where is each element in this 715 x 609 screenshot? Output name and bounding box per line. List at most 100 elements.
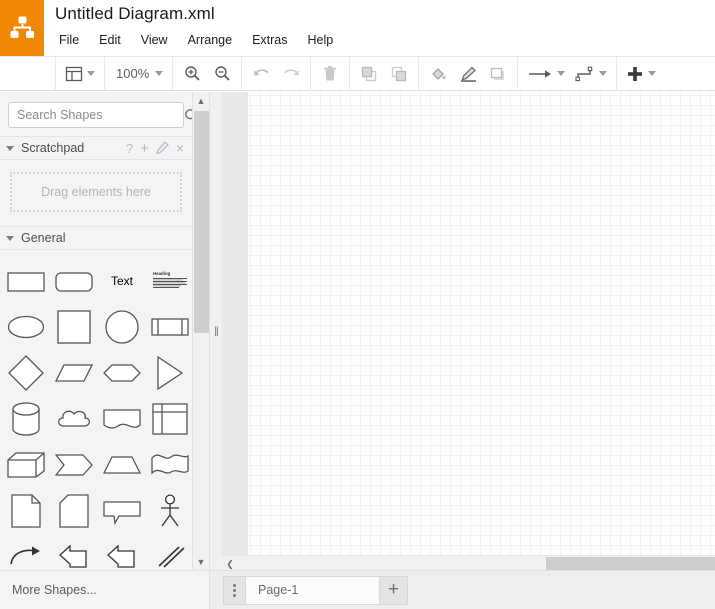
add-page-button[interactable]: + — [380, 575, 408, 605]
shape-step[interactable] — [52, 443, 96, 487]
pencil-icon[interactable] — [156, 140, 169, 156]
scratchpad-dropzone-label: Drag elements here — [41, 185, 151, 199]
shape-square[interactable] — [52, 305, 96, 349]
shape-note[interactable] — [4, 489, 48, 533]
help-icon[interactable]: ? — [126, 142, 133, 155]
shape-internal-storage[interactable] — [148, 397, 192, 441]
toolbar-group-style — [419, 56, 517, 91]
zoom-out-icon — [215, 66, 230, 81]
page-tabs-bar: Page-1 + — [210, 570, 715, 609]
shape-curved-arrow[interactable] — [4, 535, 48, 570]
search-input[interactable] — [9, 108, 184, 122]
waypoints-button[interactable] — [570, 59, 612, 89]
bring-to-front-button[interactable] — [354, 59, 384, 89]
sidebar-scrollbar-thumb[interactable] — [194, 111, 209, 333]
menu-arrange[interactable]: Arrange — [186, 32, 234, 48]
toolbar-group-zoom-level: 100% — [105, 56, 172, 91]
canvas-horizontal-scrollbar[interactable]: ❮ — [222, 555, 715, 571]
shape-double-line[interactable] — [148, 535, 192, 570]
page-title: Untitled Diagram.xml — [55, 4, 215, 23]
chevron-down-icon — [648, 71, 657, 76]
shape-callout[interactable] — [100, 489, 144, 533]
canvas-horizontal-scrollbar-thumb[interactable] — [546, 557, 715, 571]
caret-down-icon — [6, 145, 14, 151]
shape-actor[interactable] — [148, 489, 192, 533]
page-tab-page-1[interactable]: Page-1 — [246, 575, 380, 605]
shape-hexagon[interactable] — [100, 351, 144, 395]
zoom-out-button[interactable] — [207, 59, 237, 89]
shape-row — [0, 488, 192, 534]
close-icon[interactable]: × — [176, 141, 184, 155]
general-shape-grid: Text Heading — [0, 250, 192, 570]
svg-text:Heading: Heading — [153, 271, 171, 276]
add-icon[interactable]: + — [140, 141, 149, 156]
sidebar-scrollbar[interactable]: ▲ ▼ — [193, 92, 210, 570]
scroll-down-arrow-icon[interactable]: ▼ — [193, 553, 209, 570]
view-layout-button[interactable] — [60, 59, 100, 89]
drawio-node-tree-logo-icon — [10, 16, 34, 38]
menu-help[interactable]: Help — [306, 32, 336, 48]
caret-down-icon — [6, 235, 14, 241]
search-shapes-box[interactable] — [8, 102, 192, 128]
shape-cylinder[interactable] — [4, 397, 48, 441]
scratchpad-section-header[interactable]: Scratchpad ? + × — [0, 136, 192, 160]
insert-button[interactable] — [621, 59, 661, 89]
zoom-in-button[interactable] — [177, 59, 207, 89]
delete-button[interactable] — [315, 59, 345, 89]
menu-edit[interactable]: Edit — [97, 32, 123, 48]
menu-file[interactable]: File — [57, 32, 81, 48]
page-menu-button[interactable] — [223, 575, 246, 605]
more-shapes-button[interactable]: More Shapes... — [12, 583, 97, 597]
shape-rectangle[interactable] — [4, 259, 48, 303]
scratchpad-dropzone[interactable]: Drag elements here — [10, 172, 182, 212]
shape-cloud[interactable] — [52, 397, 96, 441]
search-icon[interactable] — [184, 108, 192, 123]
shape-row — [0, 442, 192, 488]
chevron-down-icon — [87, 71, 95, 76]
chevron-down-icon — [557, 71, 566, 76]
general-title: General — [21, 231, 66, 245]
fill-color-button[interactable] — [423, 59, 453, 89]
toolbar-group-order — [350, 56, 418, 91]
shape-arrow-left-up[interactable] — [52, 535, 96, 570]
line-pen-icon — [460, 66, 476, 82]
shape-rounded-rectangle[interactable] — [52, 259, 96, 303]
shape-triangle[interactable] — [148, 351, 192, 395]
canvas-grid[interactable] — [248, 92, 715, 555]
shape-circle[interactable] — [100, 305, 144, 349]
line-color-button[interactable] — [453, 59, 483, 89]
toolbar-group-delete — [311, 56, 349, 91]
shape-document[interactable] — [100, 397, 144, 441]
shape-text[interactable]: Text — [100, 259, 144, 303]
shape-cube[interactable] — [4, 443, 48, 487]
connection-arrow-button[interactable] — [522, 59, 570, 89]
menu-extras[interactable]: Extras — [250, 32, 289, 48]
vertical-dots-icon — [233, 583, 236, 597]
send-to-back-button[interactable] — [384, 59, 414, 89]
shape-row — [0, 396, 192, 442]
shape-arrow-right-up[interactable] — [100, 535, 144, 570]
shape-card[interactable] — [52, 489, 96, 533]
scroll-up-arrow-icon[interactable]: ▲ — [193, 92, 209, 109]
general-section-header[interactable]: General — [0, 226, 192, 250]
redo-button[interactable] — [276, 59, 306, 89]
shape-ellipse[interactable] — [4, 305, 48, 349]
shadow-rect-icon — [491, 67, 505, 80]
undo-button[interactable] — [246, 59, 276, 89]
shadow-button[interactable] — [483, 59, 513, 89]
bring-to-front-icon — [362, 66, 377, 81]
shape-tape[interactable] — [148, 443, 192, 487]
sidebar-splitter[interactable]: || — [210, 92, 222, 570]
shape-trapezoid[interactable] — [100, 443, 144, 487]
shape-diamond[interactable] — [4, 351, 48, 395]
menu-view[interactable]: View — [139, 32, 170, 48]
shape-process[interactable] — [148, 305, 192, 349]
drawio-app-window: Untitled Diagram.xml File Edit View Arra… — [0, 0, 715, 609]
shape-parallelogram[interactable] — [52, 351, 96, 395]
diagram-canvas[interactable] — [222, 92, 715, 555]
shape-row — [0, 304, 192, 350]
shapes-sidebar: Scratchpad ? + × Drag elements here Gene… — [0, 92, 193, 570]
shape-textbox[interactable]: Heading — [148, 259, 192, 303]
zoom-level-label: 100% — [116, 66, 150, 81]
zoom-level-button[interactable]: 100% — [109, 59, 168, 89]
